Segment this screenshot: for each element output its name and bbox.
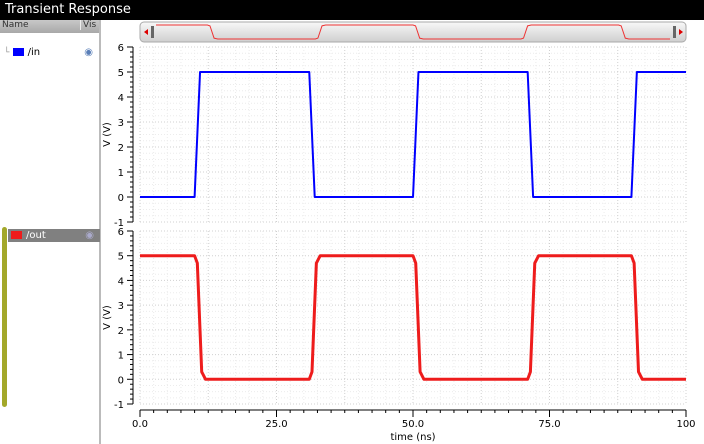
scroll-right-handle[interactable]	[673, 26, 676, 38]
y-tick-label: 5	[118, 68, 124, 79]
y-tick-label: 1	[118, 351, 124, 362]
y-tick-label: 5	[118, 252, 124, 263]
y-tick-label: 6	[118, 227, 124, 238]
y-tick-label: 3	[118, 118, 124, 129]
y-tick-label: 2	[118, 326, 124, 337]
x-axis-label: time (ns)	[390, 432, 435, 443]
y-tick-label: 3	[118, 301, 124, 312]
waveform-plot: 6543210-1V (V)6543210-1V (V)0.0 25.0 50.0 7…	[102, 21, 696, 443]
overview-scrollbar[interactable]	[139, 21, 687, 43]
x-tick-label: 100	[676, 419, 695, 430]
y-tick-label: 4	[118, 276, 124, 287]
x-tick-label: 25.0	[265, 419, 287, 430]
y-tick-label: 0	[118, 375, 124, 386]
scroll-left-handle[interactable]	[151, 26, 154, 38]
y-tick-label: 4	[118, 93, 124, 104]
y-tick-label: -1	[114, 400, 124, 411]
x-tick-label: 0.0	[132, 419, 148, 430]
y-axis-label: V (V)	[102, 305, 113, 330]
y-tick-label: 0	[118, 193, 124, 204]
x-tick-label: 50.0	[402, 419, 424, 430]
y-tick-label: 6	[118, 43, 124, 54]
y-axis-label: V (V)	[102, 122, 113, 147]
x-tick-label: 75.0	[538, 419, 560, 430]
y-tick-label: 1	[118, 168, 124, 179]
y-tick-label: 2	[118, 143, 124, 154]
